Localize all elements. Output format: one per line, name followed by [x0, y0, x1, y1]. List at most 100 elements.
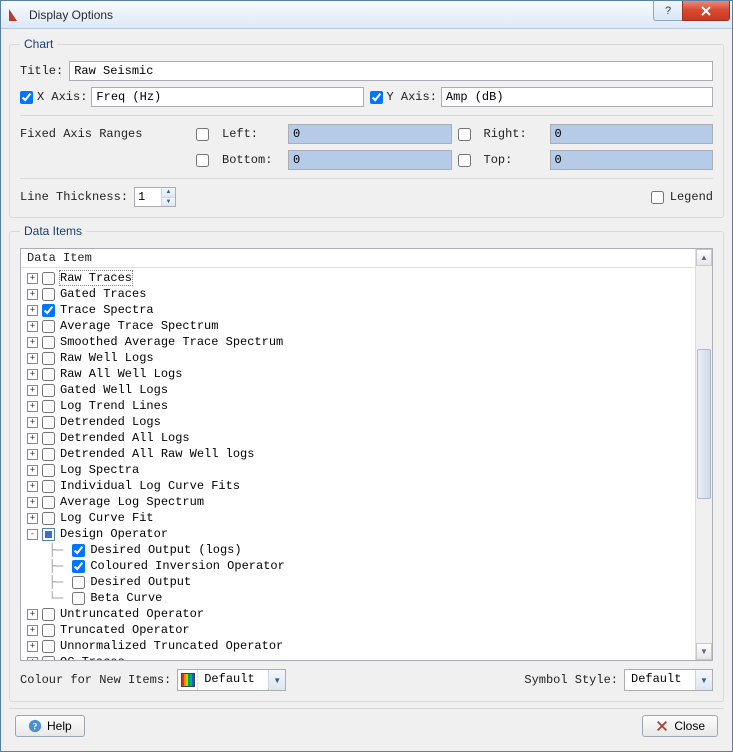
- line-thickness-input[interactable]: [135, 188, 161, 206]
- tree-item[interactable]: +Raw Traces: [21, 270, 695, 286]
- expand-icon[interactable]: +: [27, 321, 38, 332]
- tree-item[interactable]: +Raw Well Logs: [21, 350, 695, 366]
- tree-item[interactable]: +Log Curve Fit: [21, 510, 695, 526]
- tree-checkbox[interactable]: [42, 304, 55, 317]
- tree-checkbox-mixed[interactable]: [42, 528, 55, 541]
- spinner-down-button[interactable]: ▼: [162, 198, 175, 207]
- yaxis-input[interactable]: [441, 87, 713, 107]
- spinner-up-button[interactable]: ▲: [162, 188, 175, 198]
- tree-item[interactable]: +Average Log Spectrum: [21, 494, 695, 510]
- expand-icon[interactable]: +: [27, 353, 38, 364]
- symbol-combo[interactable]: Default ▼: [624, 669, 713, 691]
- titlebar-help-button[interactable]: ?: [653, 1, 683, 21]
- tree-checkbox[interactable]: [72, 592, 85, 605]
- tree-child-item[interactable]: ├─ Desired Output (logs): [21, 542, 695, 558]
- xaxis-checkbox[interactable]: [20, 91, 33, 104]
- scroll-thumb[interactable]: [697, 349, 711, 499]
- expand-icon[interactable]: +: [27, 401, 38, 412]
- scroll-down-button[interactable]: ▼: [696, 643, 712, 660]
- titlebar-close-button[interactable]: [682, 1, 730, 21]
- title-input[interactable]: [69, 61, 713, 81]
- tree-checkbox[interactable]: [42, 624, 55, 637]
- tree-item[interactable]: +Truncated Operator: [21, 622, 695, 638]
- expand-icon[interactable]: +: [27, 385, 38, 396]
- yaxis-checkbox[interactable]: [370, 91, 383, 104]
- tree-item[interactable]: +Raw All Well Logs: [21, 366, 695, 382]
- legend-checkbox[interactable]: [651, 191, 664, 204]
- close-button[interactable]: Close: [642, 715, 718, 737]
- expand-icon[interactable]: +: [27, 305, 38, 316]
- expand-icon[interactable]: +: [27, 273, 38, 284]
- tree-checkbox[interactable]: [42, 512, 55, 525]
- tree-item[interactable]: +Smoothed Average Trace Spectrum: [21, 334, 695, 350]
- tree-checkbox[interactable]: [42, 352, 55, 365]
- tree-item[interactable]: +Detrended All Logs: [21, 430, 695, 446]
- tree-checkbox[interactable]: [42, 272, 55, 285]
- tree-item[interactable]: +Log Trend Lines: [21, 398, 695, 414]
- colour-dropdown-button[interactable]: ▼: [268, 670, 285, 690]
- symbol-dropdown-button[interactable]: ▼: [695, 670, 712, 690]
- expand-icon[interactable]: +: [27, 513, 38, 524]
- tree-child-item[interactable]: ├─ Coloured Inversion Operator: [21, 558, 695, 574]
- right-input[interactable]: [550, 124, 714, 144]
- tree-item[interactable]: +Log Spectra: [21, 462, 695, 478]
- expand-icon[interactable]: +: [27, 497, 38, 508]
- scroll-up-button[interactable]: ▲: [696, 249, 712, 266]
- expand-icon[interactable]: +: [27, 641, 38, 652]
- tree-child-item[interactable]: ├─ Desired Output: [21, 574, 695, 590]
- expand-icon[interactable]: +: [27, 625, 38, 636]
- tree-checkbox[interactable]: [72, 576, 85, 589]
- tree-item[interactable]: +Gated Well Logs: [21, 382, 695, 398]
- tree-item[interactable]: +Gated Traces: [21, 286, 695, 302]
- tree-checkbox[interactable]: [42, 368, 55, 381]
- expand-icon[interactable]: +: [27, 609, 38, 620]
- tree-checkbox[interactable]: [42, 656, 55, 661]
- top-input[interactable]: [550, 150, 714, 170]
- expand-icon[interactable]: +: [27, 289, 38, 300]
- tree-checkbox[interactable]: [42, 416, 55, 429]
- tree-item[interactable]: +Average Trace Spectrum: [21, 318, 695, 334]
- help-button[interactable]: ? Help: [15, 715, 85, 737]
- data-items-tree[interactable]: Data Item +Raw Traces+Gated Traces+Trace…: [21, 249, 695, 660]
- right-checkbox[interactable]: [458, 128, 471, 141]
- tree-checkbox[interactable]: [42, 320, 55, 333]
- expand-icon[interactable]: +: [27, 465, 38, 476]
- expand-icon[interactable]: +: [27, 657, 38, 661]
- expand-icon[interactable]: +: [27, 433, 38, 444]
- collapse-icon[interactable]: -: [27, 529, 38, 540]
- tree-checkbox[interactable]: [42, 480, 55, 493]
- tree-item[interactable]: +QC Traces: [21, 654, 695, 660]
- tree-item[interactable]: +Individual Log Curve Fits: [21, 478, 695, 494]
- tree-checkbox[interactable]: [42, 384, 55, 397]
- bottom-input[interactable]: [288, 150, 452, 170]
- tree-checkbox[interactable]: [42, 640, 55, 653]
- left-checkbox[interactable]: [196, 128, 209, 141]
- tree-item[interactable]: +Trace Spectra: [21, 302, 695, 318]
- tree-checkbox[interactable]: [72, 544, 85, 557]
- expand-icon[interactable]: +: [27, 417, 38, 428]
- colour-combo[interactable]: Default ▼: [177, 669, 286, 691]
- tree-checkbox[interactable]: [42, 288, 55, 301]
- expand-icon[interactable]: +: [27, 337, 38, 348]
- top-checkbox[interactable]: [458, 154, 471, 167]
- tree-item[interactable]: +Untruncated Operator: [21, 606, 695, 622]
- left-input[interactable]: [288, 124, 452, 144]
- tree-checkbox[interactable]: [42, 464, 55, 477]
- tree-item[interactable]: +Detrended Logs: [21, 414, 695, 430]
- xaxis-input[interactable]: [91, 87, 363, 107]
- expand-icon[interactable]: +: [27, 449, 38, 460]
- tree-checkbox[interactable]: [72, 560, 85, 573]
- tree-checkbox[interactable]: [42, 496, 55, 509]
- expand-icon[interactable]: +: [27, 369, 38, 380]
- tree-checkbox[interactable]: [42, 400, 55, 413]
- tree-checkbox[interactable]: [42, 448, 55, 461]
- line-thickness-spinner[interactable]: ▲ ▼: [134, 187, 176, 207]
- tree-checkbox[interactable]: [42, 608, 55, 621]
- bottom-checkbox[interactable]: [196, 154, 209, 167]
- tree-item[interactable]: -Design Operator: [21, 526, 695, 542]
- tree-child-item[interactable]: └─ Beta Curve: [21, 590, 695, 606]
- tree-item[interactable]: +Unnormalized Truncated Operator: [21, 638, 695, 654]
- tree-checkbox[interactable]: [42, 432, 55, 445]
- tree-checkbox[interactable]: [42, 336, 55, 349]
- tree-item[interactable]: +Detrended All Raw Well logs: [21, 446, 695, 462]
